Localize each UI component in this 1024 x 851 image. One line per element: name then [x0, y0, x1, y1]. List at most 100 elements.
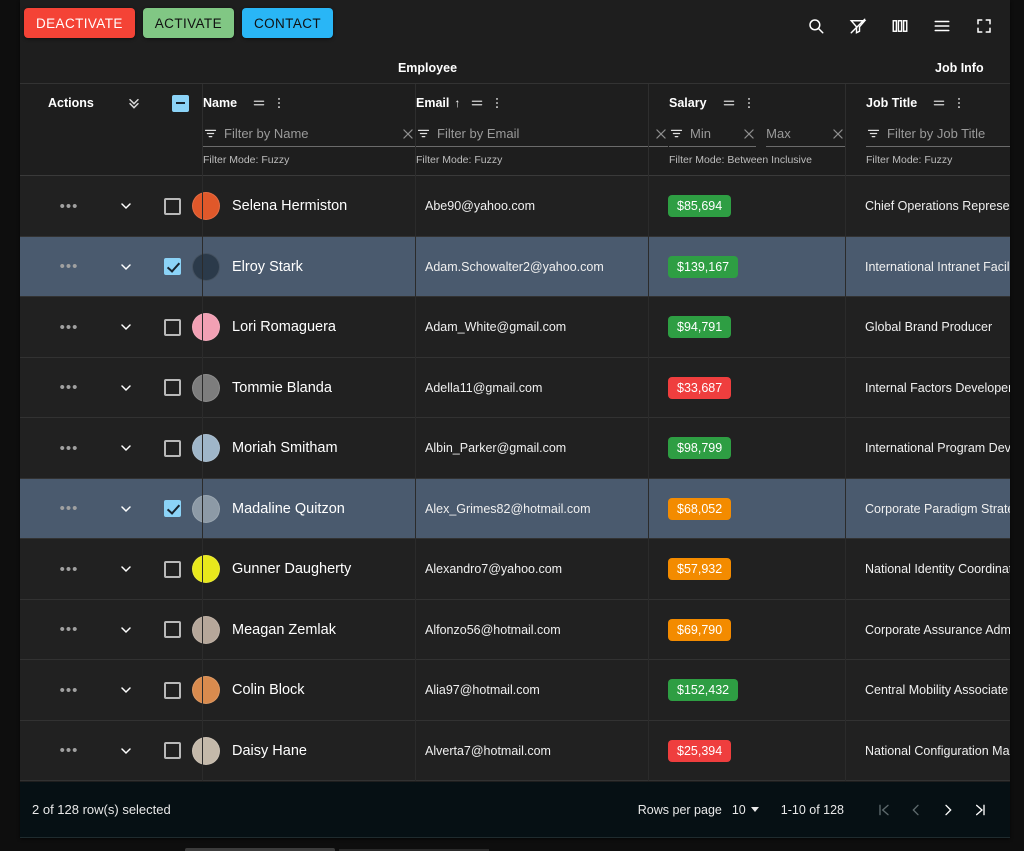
row-select-checkbox[interactable] [164, 198, 181, 215]
row-select-checkbox[interactable] [164, 742, 181, 759]
chevron-down-icon [751, 807, 759, 812]
cell-name: Tommie Blanda [192, 358, 412, 419]
columns-icon[interactable] [886, 12, 914, 40]
rows-per-page-select[interactable]: 10 [732, 803, 759, 817]
density-icon[interactable] [928, 12, 956, 40]
row-expand-chevron-icon[interactable] [106, 479, 146, 540]
cell-salary: $25,394 [668, 721, 853, 782]
row-expand-chevron-icon[interactable] [106, 297, 146, 358]
clear-filter-name-icon[interactable] [397, 127, 415, 141]
row-select-checkbox-cell [154, 479, 190, 540]
cell-job-title: Corporate Assurance Administrator [865, 600, 1010, 661]
first-page-button[interactable] [868, 794, 900, 826]
row-actions-menu-icon[interactable]: ••• [48, 539, 90, 600]
column-resize-grip-icon[interactable] [470, 96, 484, 110]
table-row[interactable]: •••Elroy StarkAdam.Schowalter2@yahoo.com… [20, 237, 1010, 298]
filter-input-salary-min[interactable] [690, 126, 732, 141]
filter-input-name[interactable] [224, 126, 391, 141]
filter-field-name [203, 121, 415, 147]
column-resize-grip-icon[interactable] [932, 96, 946, 110]
cell-name-text: Meagan Zemlak [232, 622, 336, 638]
row-select-checkbox[interactable] [164, 500, 181, 517]
column-actions-menu-icon[interactable] [272, 96, 286, 110]
filter-funnel-icon[interactable] [203, 126, 218, 141]
cell-name-text: Tommie Blanda [232, 380, 332, 396]
row-actions-menu-icon[interactable]: ••• [48, 660, 90, 721]
row-expand-chevron-icon[interactable] [106, 721, 146, 782]
row-expand-chevron-icon[interactable] [106, 418, 146, 479]
deactivate-button[interactable]: DEACTIVATE [24, 8, 135, 38]
row-actions-menu-icon[interactable]: ••• [48, 297, 90, 358]
rows-per-page-value: 10 [732, 803, 746, 817]
sort-indicator-email[interactable]: ↑ [454, 96, 460, 110]
table-row[interactable]: •••Moriah SmithamAlbin_Parker@gmail.com$… [20, 418, 1010, 479]
column-separator [845, 176, 846, 781]
contact-button[interactable]: CONTACT [242, 8, 333, 38]
row-actions-menu-icon[interactable]: ••• [48, 600, 90, 661]
filter-input-job-title[interactable] [887, 126, 1010, 141]
filter-funnel-icon[interactable] [669, 126, 684, 141]
expand-all-chevron-icon[interactable] [126, 95, 142, 111]
column-separator [648, 176, 649, 781]
clear-filter-salary-min-icon[interactable] [738, 127, 756, 141]
row-select-checkbox[interactable] [164, 561, 181, 578]
row-select-checkbox-cell [154, 418, 190, 479]
filter-off-icon[interactable] [844, 12, 872, 40]
row-select-checkbox[interactable] [164, 319, 181, 336]
row-expand-chevron-icon[interactable] [106, 600, 146, 661]
table-row[interactable]: •••Gunner DaughertyAlexandro7@yahoo.com$… [20, 539, 1010, 600]
cell-salary: $98,799 [668, 418, 853, 479]
filter-funnel-icon[interactable] [866, 126, 881, 141]
fullscreen-icon[interactable] [970, 12, 998, 40]
header-cell-name: Name [202, 84, 415, 176]
filter-input-salary-max[interactable] [766, 126, 821, 141]
next-page-button[interactable] [932, 794, 964, 826]
filter-funnel-icon[interactable] [416, 126, 431, 141]
header-cell-actions: Actions [48, 84, 192, 176]
row-select-checkbox[interactable] [164, 440, 181, 457]
cell-job-title: Internal Factors Developer [865, 358, 1010, 419]
row-actions-menu-icon[interactable]: ••• [48, 176, 90, 237]
row-select-checkbox[interactable] [164, 682, 181, 699]
row-expand-chevron-icon[interactable] [106, 539, 146, 600]
activate-button[interactable]: ACTIVATE [143, 8, 234, 38]
table-row[interactable]: •••Meagan ZemlakAlfonzo56@hotmail.com$69… [20, 600, 1010, 661]
row-select-checkbox[interactable] [164, 621, 181, 638]
row-expand-chevron-icon[interactable] [106, 237, 146, 298]
row-select-checkbox[interactable] [164, 379, 181, 396]
table-row[interactable]: •••Lori RomagueraAdam_White@gmail.com$94… [20, 297, 1010, 358]
table-row[interactable]: •••Madaline QuitzonAlex_Grimes82@hotmail… [20, 479, 1010, 540]
status-badge: $57,932 [668, 558, 731, 580]
row-actions-menu-icon[interactable]: ••• [48, 721, 90, 782]
last-page-button[interactable] [964, 794, 996, 826]
row-expand-chevron-icon[interactable] [106, 358, 146, 419]
status-badge: $85,694 [668, 195, 731, 217]
row-expand-chevron-icon[interactable] [106, 660, 146, 721]
select-all-checkbox[interactable] [172, 95, 189, 112]
cell-job-title: International Program Developer [865, 418, 1010, 479]
cell-email: Alfonzo56@hotmail.com [425, 600, 650, 661]
search-icon[interactable] [802, 12, 830, 40]
previous-page-button[interactable] [900, 794, 932, 826]
column-actions-menu-icon[interactable] [742, 96, 756, 110]
filter-input-email[interactable] [437, 126, 644, 141]
row-actions-menu-icon[interactable]: ••• [48, 479, 90, 540]
column-resize-grip-icon[interactable] [722, 96, 736, 110]
table-row[interactable]: •••Tommie BlandaAdella11@gmail.com$33,68… [20, 358, 1010, 419]
status-badge: $98,799 [668, 437, 731, 459]
row-actions-menu-icon[interactable]: ••• [48, 237, 90, 298]
row-expand-chevron-icon[interactable] [106, 176, 146, 237]
cell-name: Colin Block [192, 660, 412, 721]
cell-salary: $152,432 [668, 660, 853, 721]
table-row[interactable]: •••Daisy HaneAlverta7@hotmail.com$25,394… [20, 721, 1010, 782]
column-actions-menu-icon[interactable] [952, 96, 966, 110]
cell-job-title: Chief Operations Representative [865, 176, 1010, 237]
column-resize-grip-icon[interactable] [252, 96, 266, 110]
row-actions-menu-icon[interactable]: ••• [48, 358, 90, 419]
clear-filter-salary-max-icon[interactable] [827, 127, 845, 141]
row-actions-menu-icon[interactable]: ••• [48, 418, 90, 479]
table-row[interactable]: •••Colin BlockAlia97@hotmail.com$152,432… [20, 660, 1010, 721]
table-row[interactable]: •••Selena HermistonAbe90@yahoo.com$85,69… [20, 176, 1010, 237]
row-select-checkbox[interactable] [164, 258, 181, 275]
column-actions-menu-icon[interactable] [490, 96, 504, 110]
